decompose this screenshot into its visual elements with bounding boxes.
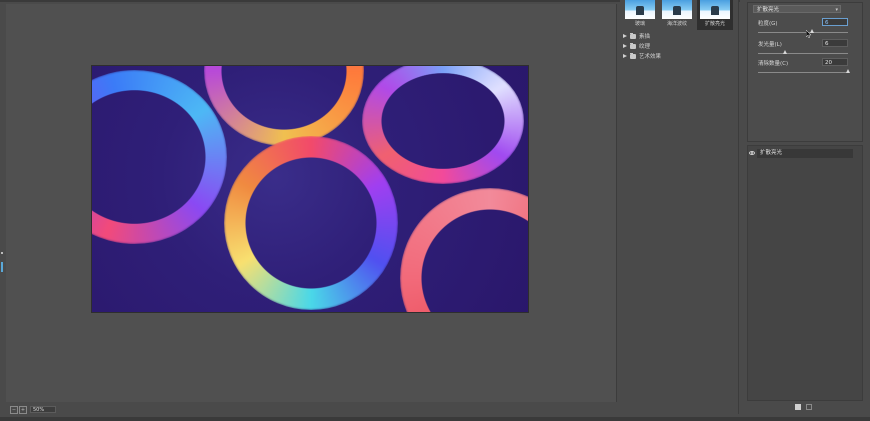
filter-thumbnail-diffuse-glow[interactable]: 扩散亮光 bbox=[697, 0, 733, 30]
zoom-in-button[interactable]: + bbox=[19, 406, 27, 414]
filter-thumbnail-glass[interactable]: 玻璃 bbox=[622, 0, 658, 30]
thumbnail-image bbox=[700, 0, 730, 19]
preview-canvas[interactable] bbox=[91, 65, 529, 313]
ring-graphic bbox=[92, 70, 227, 244]
expand-triangle-icon[interactable] bbox=[623, 34, 627, 38]
zoom-level-select[interactable]: 50% bbox=[30, 406, 56, 413]
chevron-down-icon: ▾ bbox=[835, 7, 838, 13]
ring-graphic bbox=[362, 66, 524, 184]
ring-graphic bbox=[224, 136, 398, 310]
glow-amount-input[interactable]: 6 bbox=[822, 39, 848, 47]
clear-amount-input[interactable]: 20 bbox=[822, 58, 848, 66]
param-label-glow-amount: 发光量(L) bbox=[758, 42, 782, 48]
filter-gallery: 玻璃 海洋波纹 扩散亮光 素描 纹理 艺术效果 bbox=[620, 0, 739, 414]
expand-triangle-icon[interactable] bbox=[623, 54, 627, 58]
zoom-out-button[interactable]: − bbox=[10, 406, 18, 414]
bottom-strip bbox=[0, 417, 870, 421]
left-edge-indicator[interactable] bbox=[1, 262, 3, 272]
folder-sketch[interactable]: 素描 bbox=[623, 32, 650, 40]
expand-triangle-icon[interactable] bbox=[623, 44, 627, 48]
graininess-slider-track[interactable] bbox=[758, 32, 848, 33]
folder-label: 艺术效果 bbox=[639, 54, 662, 60]
thumbnail-label: 扩散亮光 bbox=[704, 21, 725, 27]
folder-label: 素描 bbox=[639, 34, 651, 40]
filter-select-value: 扩散亮光 bbox=[757, 7, 780, 13]
folder-texture[interactable]: 纹理 bbox=[623, 42, 650, 50]
effect-layers-panel bbox=[747, 145, 863, 401]
thumbnail-label: 海洋波纹 bbox=[666, 21, 687, 27]
clear-amount-slider-thumb[interactable] bbox=[845, 69, 850, 73]
ring-graphic bbox=[204, 66, 364, 146]
filter-select[interactable]: 扩散亮光 ▾ bbox=[753, 5, 841, 13]
delete-effect-layer-icon[interactable] bbox=[806, 404, 812, 410]
new-effect-layer-icon[interactable] bbox=[795, 404, 801, 410]
clear-amount-slider-track[interactable] bbox=[758, 72, 848, 73]
folder-artistic[interactable]: 艺术效果 bbox=[623, 52, 661, 60]
effect-layer-row[interactable]: 扩散亮光 bbox=[757, 149, 853, 158]
folder-label: 纹理 bbox=[639, 44, 651, 50]
zoom-level-value: 50% bbox=[33, 407, 45, 413]
thumbnail-label: 玻璃 bbox=[634, 21, 645, 27]
folder-icon bbox=[630, 32, 636, 39]
filter-thumbnail-ocean-ripple[interactable]: 海洋波纹 bbox=[659, 0, 695, 30]
glow-amount-slider-thumb[interactable] bbox=[782, 50, 787, 54]
param-label-clear-amount: 清除数量(C) bbox=[758, 61, 789, 67]
param-label-graininess: 粒度(G) bbox=[758, 21, 778, 27]
folder-icon bbox=[630, 42, 636, 49]
preview-statusbar bbox=[6, 404, 618, 416]
thumbnail-image bbox=[662, 0, 692, 19]
thumbnail-image bbox=[625, 0, 655, 19]
mouse-cursor-icon bbox=[806, 30, 811, 38]
eye-icon[interactable] bbox=[749, 151, 755, 155]
folder-icon bbox=[630, 52, 636, 59]
ring-graphic bbox=[400, 188, 528, 312]
left-edge-dot bbox=[1, 252, 3, 254]
glow-amount-slider-track[interactable] bbox=[758, 53, 848, 54]
graininess-input[interactable]: 6 bbox=[822, 18, 848, 26]
